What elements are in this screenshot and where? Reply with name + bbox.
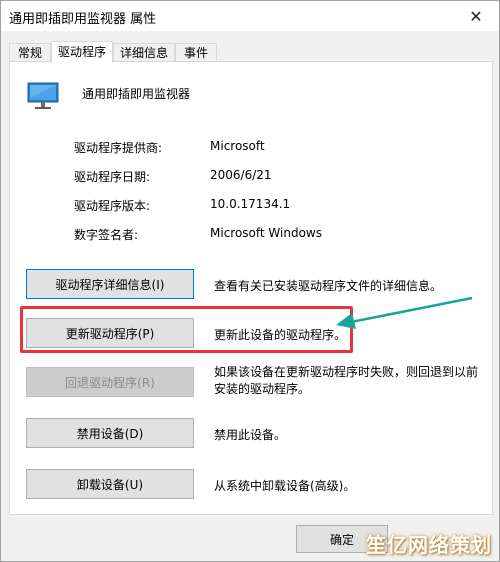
- device-name: 通用即插即用监视器: [82, 87, 191, 101]
- digital-signer-value: Microsoft Windows: [210, 226, 322, 240]
- driver-tab-panel: 通用即插即用监视器 驱动程序提供商: Microsoft 驱动程序日期: 200…: [9, 61, 493, 515]
- driver-date-label: 驱动程序日期:: [74, 170, 151, 184]
- tab-events[interactable]: 事件: [175, 43, 217, 62]
- disable-device-description: 禁用此设备。: [214, 428, 287, 442]
- uninstall-device-button[interactable]: 卸载设备(U): [26, 469, 194, 499]
- driver-version-value: 10.0.17134.1: [210, 197, 291, 211]
- driver-details-description: 查看有关已安装驱动程序文件的详细信息。: [214, 279, 443, 293]
- watermark: 笙亿网络策划: [366, 533, 492, 557]
- monitor-icon: [27, 82, 59, 109]
- driver-version-label: 驱动程序版本:: [74, 199, 151, 213]
- tab-general[interactable]: 常规: [9, 43, 51, 62]
- uninstall-device-description: 从系统中卸载设备(高级)。: [214, 479, 356, 493]
- title-bar: 通用即插即用监视器 属性 ✕: [1, 1, 499, 31]
- roll-back-driver-button[interactable]: 回退驱动程序(R): [26, 367, 194, 397]
- driver-provider-value: Microsoft: [210, 139, 265, 153]
- digital-signer-label: 数字签名者:: [74, 228, 139, 242]
- window-title: 通用即插即用监视器 属性: [9, 12, 157, 27]
- roll-back-driver-description: 如果该设备在更新驱动程序时失败，则回退到以前安装的驱动程序。: [214, 365, 479, 396]
- driver-date-value: 2006/6/21: [210, 168, 272, 182]
- disable-device-button[interactable]: 禁用设备(D): [26, 418, 194, 448]
- highlight-box: [20, 306, 353, 353]
- driver-provider-label: 驱动程序提供商:: [74, 141, 163, 155]
- close-button[interactable]: ✕: [453, 1, 499, 31]
- driver-details-button[interactable]: 驱动程序详细信息(I): [26, 269, 194, 299]
- tab-details[interactable]: 详细信息: [113, 43, 175, 62]
- tab-driver[interactable]: 驱动程序: [51, 41, 113, 63]
- properties-dialog: 通用即插即用监视器 属性 ✕ 常规 驱动程序 详细信息 事件 通用即插即用监视器…: [0, 0, 500, 562]
